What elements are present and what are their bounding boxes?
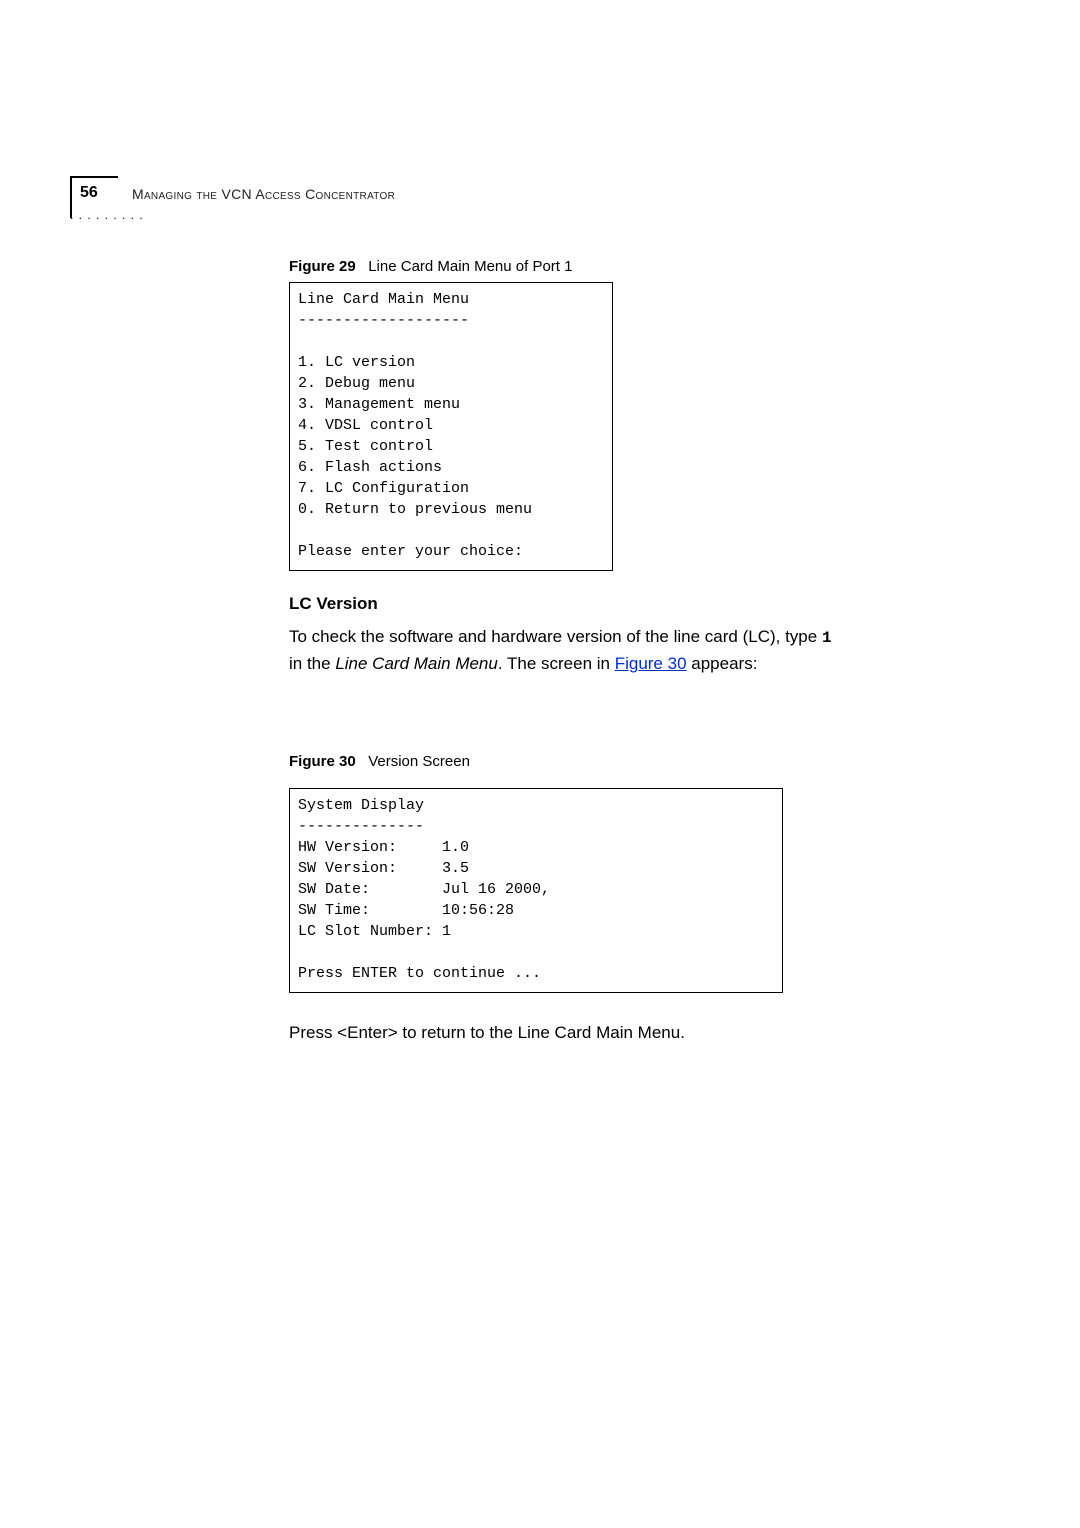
figure-29-label: Figure 29 (289, 258, 356, 275)
figure-30-caption-text: Version Screen (368, 753, 470, 770)
ver-line: System Display (298, 797, 424, 814)
menu-item: 5. Test control (298, 438, 433, 455)
ver-line: HW Version: 1.0 (298, 839, 469, 856)
para-text: To check the software and hardware versi… (289, 627, 822, 646)
ver-line: -------------- (298, 818, 424, 835)
menu-item: 4. VDSL control (298, 417, 433, 434)
ver-line: LC Slot Number: 1 (298, 923, 451, 940)
menu-item: 0. Return to previous menu (298, 501, 532, 518)
menu-item: 6. Flash actions (298, 459, 442, 476)
page-number: 56 (80, 184, 98, 202)
figure-30-label: Figure 30 (289, 753, 356, 770)
figure-30-caption: Figure 30 Version Screen (289, 753, 470, 770)
header-dots: . . . . . . . . . (70, 208, 144, 222)
figure-29-caption: Figure 29 Line Card Main Menu of Port 1 (289, 258, 572, 275)
lc-version-paragraph: To check the software and hardware versi… (289, 624, 929, 677)
para-text: . The screen in (498, 654, 615, 673)
menu-item: 7. LC Configuration (298, 480, 469, 497)
document-page: 56 Managing the VCN Access Concentrator … (0, 0, 1080, 1528)
ver-line: SW Date: Jul 16 2000, (298, 881, 550, 898)
menu-item: 3. Management menu (298, 396, 460, 413)
para-italic: Line Card Main Menu (335, 654, 498, 673)
line-card-main-menu-box: Line Card Main Menu ------------------- … (289, 282, 613, 571)
ver-line: SW Version: 3.5 (298, 860, 469, 877)
menu-item: 1. LC version (298, 354, 415, 371)
para-text: in the (289, 654, 335, 673)
menu-separator: ------------------- (298, 312, 469, 329)
para-text: appears: (687, 654, 758, 673)
menu-prompt: Please enter your choice: (298, 543, 523, 560)
figure-29-caption-text: Line Card Main Menu of Port 1 (368, 258, 572, 275)
version-screen-box: System Display -------------- HW Version… (289, 788, 783, 993)
header-rule-top (70, 176, 118, 178)
ver-line: SW Time: 10:56:28 (298, 902, 514, 919)
closing-paragraph: Press <Enter> to return to the Line Card… (289, 1023, 685, 1043)
ver-line: Press ENTER to continue ... (298, 965, 541, 982)
figure-30-link[interactable]: Figure 30 (615, 654, 687, 673)
page-title: Managing the VCN Access Concentrator (132, 186, 395, 202)
lc-version-heading: LC Version (289, 594, 378, 614)
menu-title: Line Card Main Menu (298, 291, 469, 308)
para-code: 1 (822, 629, 832, 647)
menu-item: 2. Debug menu (298, 375, 415, 392)
